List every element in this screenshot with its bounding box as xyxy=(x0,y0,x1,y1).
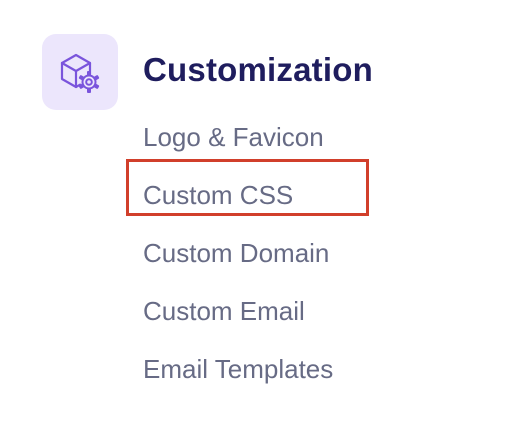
menu-item-email-templates[interactable]: Email Templates xyxy=(143,340,333,398)
customization-section-icon xyxy=(42,34,118,110)
menu-item-custom-domain[interactable]: Custom Domain xyxy=(143,224,333,282)
box-gear-icon xyxy=(60,53,100,93)
customization-menu: Logo & Favicon Custom CSS Custom Domain … xyxy=(143,108,333,398)
section-title: Customization xyxy=(143,51,373,88)
menu-item-logo-favicon[interactable]: Logo & Favicon xyxy=(143,108,333,166)
menu-item-custom-css[interactable]: Custom CSS xyxy=(143,166,333,224)
menu-item-custom-email[interactable]: Custom Email xyxy=(143,282,333,340)
